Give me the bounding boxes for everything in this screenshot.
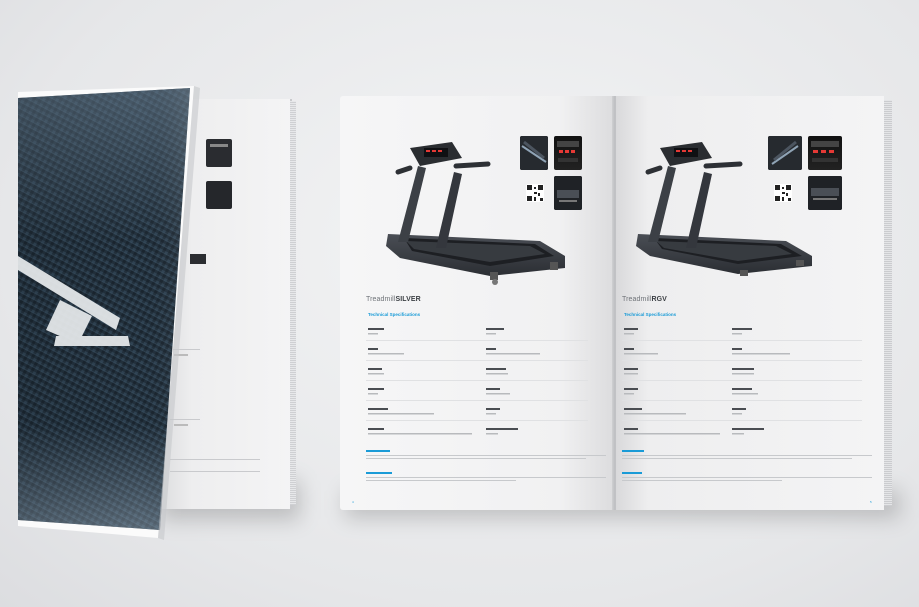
flipping-page xyxy=(18,86,200,540)
photo-scene: TreadmillSILVER Technical Specifications xyxy=(0,0,919,607)
